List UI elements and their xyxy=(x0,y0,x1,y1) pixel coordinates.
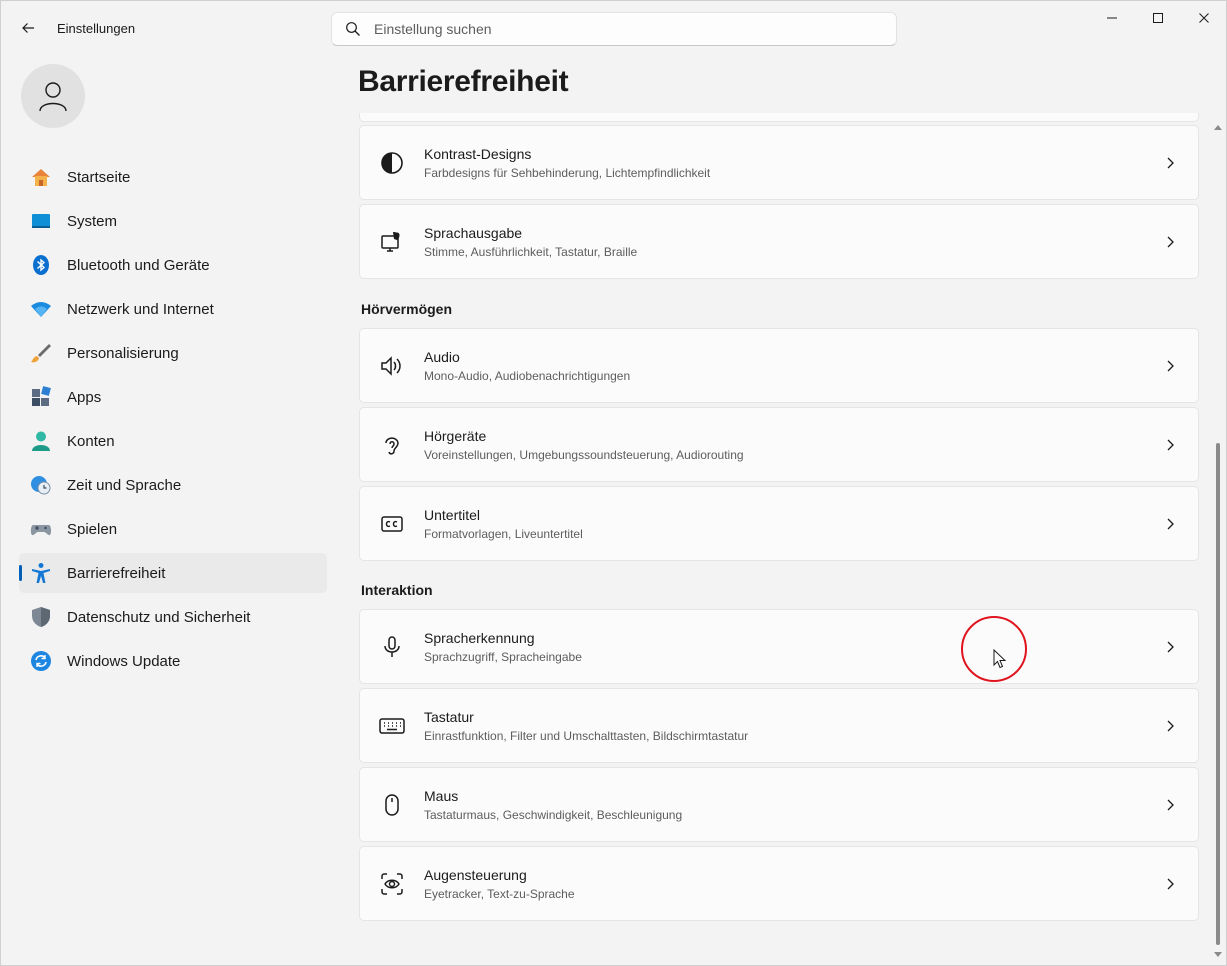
sidebar-item-startseite[interactable]: Startseite xyxy=(19,157,327,197)
scroll-down-icon[interactable] xyxy=(1213,951,1223,959)
sidebar-item-personalisierung[interactable]: Personalisierung xyxy=(19,333,327,373)
card-spracherkennung[interactable]: Spracherkennung Sprachzugriff, Sprachein… xyxy=(359,609,1199,684)
page-title: Barrierefreiheit xyxy=(358,65,569,98)
card-sprachausgabe[interactable]: Sprachausgabe Stimme, Ausführlichkeit, T… xyxy=(359,204,1199,279)
closed-caption-icon xyxy=(360,512,424,536)
maximize-button[interactable] xyxy=(1135,1,1181,35)
card-maus[interactable]: Maus Tastaturmaus, Geschwindigkeit, Besc… xyxy=(359,767,1199,842)
chevron-right-icon xyxy=(1142,517,1198,531)
chevron-right-icon xyxy=(1142,438,1198,452)
card-untertitel[interactable]: Untertitel Formatvorlagen, Liveuntertite… xyxy=(359,486,1199,561)
shield-icon xyxy=(29,605,53,629)
section-interaktion: Interaktion xyxy=(361,582,433,598)
apps-icon xyxy=(29,385,53,409)
chevron-right-icon xyxy=(1142,156,1198,170)
section-hoervermoegen: Hörvermögen xyxy=(361,301,453,317)
scroll-thumb[interactable] xyxy=(1216,443,1220,945)
hidden-card-above[interactable] xyxy=(359,113,1199,122)
sidebar-item-netzwerk[interactable]: Netzwerk und Internet xyxy=(19,289,327,329)
accessibility-icon xyxy=(29,561,53,585)
microphone-icon xyxy=(360,635,424,659)
narrator-icon xyxy=(360,230,424,254)
back-button[interactable] xyxy=(13,13,43,43)
chevron-right-icon xyxy=(1142,798,1198,812)
sidebar-item-apps[interactable]: Apps xyxy=(19,377,327,417)
system-icon xyxy=(29,209,53,233)
search-input[interactable] xyxy=(374,21,874,37)
chevron-right-icon xyxy=(1142,877,1198,891)
keyboard-icon xyxy=(360,714,424,738)
sidebar-item-zeit-sprache[interactable]: Zeit und Sprache xyxy=(19,465,327,505)
chevron-right-icon xyxy=(1142,719,1198,733)
avatar[interactable] xyxy=(21,64,85,128)
sidebar-item-barrierefreiheit[interactable]: Barrierefreiheit xyxy=(19,553,327,593)
wifi-icon xyxy=(29,297,53,321)
title-bar: Einstellungen xyxy=(1,1,1227,57)
card-hoergeraete[interactable]: Hörgeräte Voreinstellungen, Umgebungssou… xyxy=(359,407,1199,482)
card-tastatur[interactable]: Tastatur Einrastfunktion, Filter und Ums… xyxy=(359,688,1199,763)
card-audio[interactable]: Audio Mono-Audio, Audiobenachrichtigunge… xyxy=(359,328,1199,403)
minimize-icon xyxy=(1107,17,1117,19)
sidebar-item-system[interactable]: System xyxy=(19,201,327,241)
time-language-icon xyxy=(29,473,53,497)
search-icon xyxy=(332,21,374,37)
card-augensteuerung[interactable]: Augensteuerung Eyetracker, Text-zu-Sprac… xyxy=(359,846,1199,921)
app-title: Einstellungen xyxy=(57,21,136,36)
brush-icon xyxy=(29,341,53,365)
chevron-right-icon xyxy=(1142,235,1198,249)
home-icon xyxy=(29,165,53,189)
user-icon xyxy=(39,82,67,112)
close-button[interactable] xyxy=(1181,1,1227,35)
close-icon xyxy=(1199,13,1209,23)
eye-control-icon xyxy=(360,872,424,896)
gamepad-icon xyxy=(29,517,53,541)
bluetooth-icon xyxy=(29,253,53,277)
sidebar-item-datenschutz[interactable]: Datenschutz und Sicherheit xyxy=(19,597,327,637)
sidebar-item-spielen[interactable]: Spielen xyxy=(19,509,327,549)
speaker-icon xyxy=(360,354,424,378)
scroll-up-icon[interactable] xyxy=(1213,123,1223,131)
maximize-icon xyxy=(1153,13,1163,23)
account-icon xyxy=(29,429,53,453)
update-icon xyxy=(29,649,53,673)
sidebar-nav: Startseite System Bluetooth und Geräte N… xyxy=(19,157,327,685)
settings-content: Kontrast-Designs Farbdesigns für Sehbehi… xyxy=(358,113,1200,966)
content-scrollbar[interactable] xyxy=(1212,121,1226,963)
chevron-right-icon xyxy=(1142,359,1198,373)
ear-icon xyxy=(360,433,424,457)
sidebar-item-bluetooth[interactable]: Bluetooth und Geräte xyxy=(19,245,327,285)
search-box[interactable] xyxy=(331,12,897,46)
minimize-button[interactable] xyxy=(1089,1,1135,35)
contrast-icon xyxy=(360,151,424,175)
settings-window: Einstellungen Startseite xyxy=(0,0,1227,966)
sidebar-item-konten[interactable]: Konten xyxy=(19,421,327,461)
chevron-right-icon xyxy=(1142,640,1198,654)
mouse-pointer-icon xyxy=(993,649,1007,669)
arrow-left-icon xyxy=(22,23,34,33)
mouse-icon xyxy=(360,793,424,817)
sidebar-item-windows-update[interactable]: Windows Update xyxy=(19,641,327,681)
card-kontrast-designs[interactable]: Kontrast-Designs Farbdesigns für Sehbehi… xyxy=(359,125,1199,200)
